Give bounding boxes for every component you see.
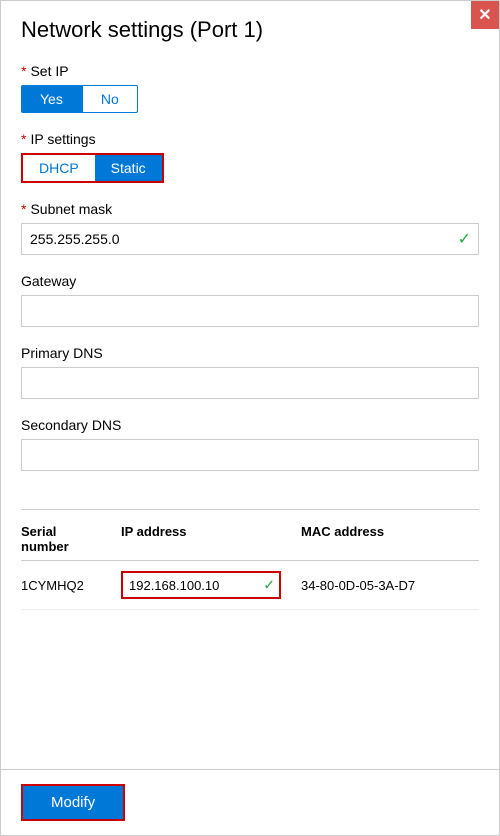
subnet-mask-group: * Subnet mask ✓ [21, 201, 479, 255]
subnet-mask-input[interactable] [21, 223, 479, 255]
secondary-dns-group: Secondary DNS [21, 417, 479, 471]
ip-settings-dhcp-button[interactable]: DHCP [23, 155, 95, 181]
secondary-dns-label: Secondary DNS [21, 417, 479, 433]
secondary-dns-wrapper [21, 439, 479, 471]
ip-settings-static-button[interactable]: Static [95, 155, 162, 181]
required-star-subnet: * [21, 201, 26, 217]
primary-dns-label: Primary DNS [21, 345, 479, 361]
col-mac-header: MAC address [301, 524, 479, 554]
dialog-content: * Set IP Yes No * IP settings DHCP Stati… [1, 53, 499, 769]
ip-address-cell: ✓ [121, 571, 301, 599]
set-ip-no-button[interactable]: No [82, 85, 138, 113]
table-row: 1CYMHQ2 ✓ 34-80-0D-05-3A-D7 [21, 561, 479, 610]
close-button[interactable]: ✕ [471, 1, 499, 29]
set-ip-label: * Set IP [21, 63, 479, 79]
mac-address-cell: 34-80-0D-05-3A-D7 [301, 578, 479, 593]
device-table: Serialnumber IP address MAC address 1CYM… [21, 524, 479, 610]
serial-number-cell: 1CYMHQ2 [21, 578, 121, 593]
gateway-wrapper [21, 295, 479, 327]
required-star-set-ip: * [21, 63, 26, 79]
gateway-group: Gateway [21, 273, 479, 327]
subnet-mask-label: * Subnet mask [21, 201, 479, 217]
ip-cell-wrapper: ✓ [121, 571, 281, 599]
gateway-input[interactable] [21, 295, 479, 327]
primary-dns-input[interactable] [21, 367, 479, 399]
col-ip-header: IP address [121, 524, 301, 554]
ip-settings-toggle-group: DHCP Static [21, 153, 164, 183]
gateway-label: Gateway [21, 273, 479, 289]
subnet-mask-wrapper: ✓ [21, 223, 479, 255]
title-bar: Network settings (Port 1) ✕ [1, 1, 499, 53]
table-header: Serialnumber IP address MAC address [21, 524, 479, 561]
modify-button[interactable]: Modify [21, 784, 125, 821]
ip-settings-group: * IP settings DHCP Static [21, 131, 479, 183]
network-settings-dialog: Network settings (Port 1) ✕ * Set IP Yes… [0, 0, 500, 836]
required-star-ip-settings: * [21, 131, 26, 147]
set-ip-yes-button[interactable]: Yes [21, 85, 82, 113]
secondary-dns-input[interactable] [21, 439, 479, 471]
col-serial-header: Serialnumber [21, 524, 121, 554]
primary-dns-wrapper [21, 367, 479, 399]
dialog-footer: Modify [1, 769, 499, 835]
ip-settings-label: * IP settings [21, 131, 479, 147]
primary-dns-group: Primary DNS [21, 345, 479, 399]
divider [21, 509, 479, 510]
dialog-title: Network settings (Port 1) [21, 17, 263, 43]
set-ip-group: * Set IP Yes No [21, 63, 479, 113]
ip-address-input[interactable] [121, 571, 281, 599]
set-ip-toggle-group: Yes No [21, 85, 479, 113]
